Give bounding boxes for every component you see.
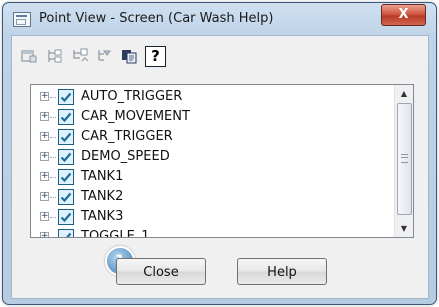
tree-item[interactable]: + CAR_MOVEMENT xyxy=(31,107,394,127)
expand-toggle-icon[interactable]: + xyxy=(40,192,49,201)
toolbar: ? xyxy=(16,40,426,72)
point-properties-icon[interactable] xyxy=(20,47,38,65)
tree-item-label: DEMO_SPEED xyxy=(81,149,170,164)
point-checkbox[interactable] xyxy=(58,89,74,105)
tree-item[interactable]: + TANK2 xyxy=(31,187,394,207)
tree-connector xyxy=(50,197,56,198)
tree-connector xyxy=(50,237,56,238)
tree-item-label: TANK3 xyxy=(81,209,124,224)
copy-icon[interactable] xyxy=(120,47,138,65)
dialog-window: Point View - Screen (Car Wash Help) X ? xyxy=(2,2,437,305)
tree-connector xyxy=(50,137,56,138)
point-checkbox[interactable] xyxy=(58,169,74,185)
tree-item-label: CAR_MOVEMENT xyxy=(81,109,190,124)
close-button[interactable]: Close xyxy=(116,258,206,285)
scroll-up-arrow-icon[interactable]: ▲ xyxy=(395,85,413,102)
expand-toggle-icon[interactable]: + xyxy=(40,92,49,101)
point-checkbox[interactable] xyxy=(58,209,74,225)
window-close-button[interactable]: X xyxy=(381,4,426,26)
tree-connector xyxy=(50,157,56,158)
help-topic-button[interactable]: ? xyxy=(145,45,166,67)
dialog-client-area: ? + AUTO_TRIGGER + CAR_MOVEMENT + CAR_TR… xyxy=(11,35,429,299)
scroll-down-arrow-icon[interactable]: ▼ xyxy=(395,220,413,237)
point-tree-list: + AUTO_TRIGGER + CAR_MOVEMENT + CAR_TRIG… xyxy=(31,87,394,237)
tree-connector xyxy=(50,217,56,218)
point-checkbox[interactable] xyxy=(58,229,74,237)
tree-item[interactable]: + AUTO_TRIGGER xyxy=(31,87,394,107)
tree-item-label: TOGGLE_1 xyxy=(81,229,150,238)
point-checkbox[interactable] xyxy=(58,109,74,125)
window-title: Point View - Screen (Car Wash Help) xyxy=(39,11,274,26)
scrollbar-grip-icon xyxy=(401,154,408,163)
scrollbar-thumb[interactable] xyxy=(397,103,412,215)
tree-connector xyxy=(50,177,56,178)
point-checkbox[interactable] xyxy=(58,129,74,145)
point-tree[interactable]: + AUTO_TRIGGER + CAR_MOVEMENT + CAR_TRIG… xyxy=(30,84,414,238)
tree-item[interactable]: + DEMO_SPEED xyxy=(31,147,394,167)
expand-toggle-icon[interactable]: + xyxy=(40,232,49,237)
expand-toggle-icon[interactable]: + xyxy=(40,132,49,141)
expand-toggle-icon[interactable]: + xyxy=(40,112,49,121)
expand-toggle-icon[interactable]: + xyxy=(40,172,49,181)
tree-item[interactable]: + TANK3 xyxy=(31,207,394,227)
help-button[interactable]: Help xyxy=(237,258,327,285)
tree-item[interactable]: + CAR_TRIGGER xyxy=(31,127,394,147)
tree-item-label: CAR_TRIGGER xyxy=(81,129,173,144)
tree-expand-icon[interactable] xyxy=(45,47,63,65)
expand-toggle-icon[interactable]: + xyxy=(40,212,49,221)
tree-item[interactable]: + TANK1 xyxy=(31,167,394,187)
tree-item-label: TANK2 xyxy=(81,189,124,204)
window-app-icon xyxy=(13,12,31,27)
expand-toggle-icon[interactable]: + xyxy=(40,152,49,161)
filter-icon[interactable] xyxy=(95,47,113,65)
point-checkbox[interactable] xyxy=(58,149,74,165)
tree-item-label: TANK1 xyxy=(81,169,124,184)
vertical-scrollbar[interactable]: ▲ ▼ xyxy=(394,85,413,237)
tree-item[interactable]: + TOGGLE_1 xyxy=(31,227,394,238)
tree-connector xyxy=(50,117,56,118)
tree-item-label: AUTO_TRIGGER xyxy=(81,89,183,104)
point-checkbox[interactable] xyxy=(58,189,74,205)
tree-connector xyxy=(50,97,56,98)
tree-collapse-icon[interactable] xyxy=(70,47,88,65)
